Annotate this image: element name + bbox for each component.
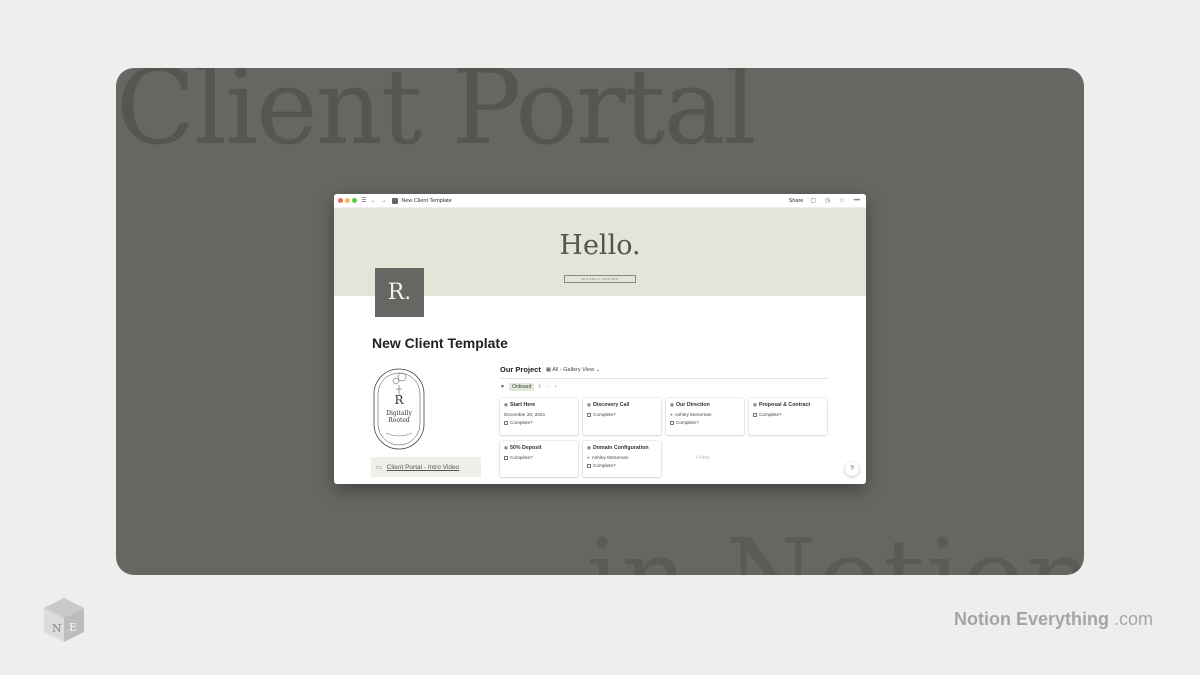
page-icon: ◉: [504, 402, 508, 407]
project-title[interactable]: Our Project: [500, 365, 541, 374]
page-favicon-icon: [392, 197, 399, 204]
gallery-card[interactable]: ◉ Proposal & Contract Complete?: [749, 398, 827, 435]
checkbox[interactable]: [504, 420, 508, 425]
page-icon: ◉: [753, 402, 757, 407]
group-add-icon[interactable]: +: [554, 384, 557, 390]
digitally-rooted-seal-logo: R Digitally Rooted: [373, 368, 425, 450]
share-button[interactable]: Share: [789, 198, 804, 204]
browser-window: ☰ ← → New Client Template Share ▢ ◷ ☆ ••…: [334, 194, 866, 484]
tab-title: New Client Template: [401, 197, 452, 204]
group-tag: Onboard: [508, 383, 535, 391]
page-icon-logo[interactable]: R.: [375, 268, 424, 317]
checkbox[interactable]: [670, 420, 674, 425]
group-count: 6: [538, 384, 542, 390]
intro-video-label: Client Portal - Intro Video: [386, 463, 460, 471]
brand-domain: .com: [1114, 609, 1154, 629]
back-arrow-icon[interactable]: ←: [370, 198, 376, 204]
gallery-card[interactable]: ◉ Discovery Call Complete?: [583, 398, 661, 435]
cover-hello: Hello.: [559, 230, 641, 261]
seal-line-2: Rooted: [388, 417, 410, 424]
project-header: Our Project ▦ All - Gallery View ⌄: [500, 365, 600, 374]
page-title[interactable]: New Client Template: [372, 335, 508, 351]
card-complete-label: Complete?: [676, 420, 699, 425]
window-titlebar: ☰ ← → New Client Template Share ▢ ◷ ☆ ••…: [334, 194, 866, 208]
star-icon[interactable]: ☆: [839, 197, 844, 204]
svg-text:E: E: [69, 621, 77, 634]
cover-badge: DIGITALLY ROOTED: [564, 275, 636, 283]
checkbox[interactable]: [753, 412, 757, 417]
card-complete-label: Complete?: [510, 455, 533, 460]
page-icon: ◉: [587, 402, 591, 407]
checkbox[interactable]: [504, 455, 508, 460]
video-icon: ▭: [376, 464, 382, 471]
group-header[interactable]: ▼ Onboard 6 ··· +: [500, 383, 557, 391]
person-avatar-icon: ●: [587, 455, 590, 460]
card-title: Our Direction: [675, 402, 710, 408]
notion-everything-cube-logo: N E: [44, 598, 84, 642]
view-label: All - Gallery View: [552, 366, 595, 373]
project-divider: [500, 378, 828, 379]
maximize-dot[interactable]: [352, 198, 357, 203]
gallery-card[interactable]: ◉ Our Direction ● Ashley McKernan Complete…: [666, 398, 744, 435]
card-title: 50% Deposit: [509, 445, 542, 451]
minimize-dot[interactable]: [345, 198, 350, 203]
card-person: Ashley McKernan: [674, 412, 712, 417]
card-complete-label: Complete?: [593, 412, 616, 417]
card-complete-label: Complete?: [510, 420, 533, 425]
close-dot[interactable]: [338, 198, 343, 203]
gallery-card[interactable]: ◉ Domain Configuration ● Ashley McKernan C…: [583, 441, 661, 477]
clock-icon[interactable]: ◷: [825, 197, 830, 204]
card-title: Proposal & Contract: [758, 402, 811, 408]
card-date: December 20, 2021: [504, 412, 546, 417]
card-title: Domain Configuration: [592, 445, 649, 451]
svg-text:N: N: [52, 622, 62, 635]
view-selector[interactable]: ▦ All - Gallery View ⌄: [546, 367, 600, 373]
intro-video-link[interactable]: ▭ Client Portal - Intro Video: [371, 457, 481, 477]
page-icon: ◉: [670, 402, 674, 407]
card-complete-label: Complete?: [759, 412, 782, 417]
person-avatar-icon: ●: [670, 412, 673, 417]
background-title: Client Portal: [116, 68, 757, 168]
page-icon: ◉: [587, 445, 591, 450]
checkbox[interactable]: [587, 463, 591, 468]
card-person: Ashley McKernan: [591, 455, 629, 460]
more-icon[interactable]: •••: [854, 198, 860, 204]
background-subtitle: in Notion: [586, 516, 1084, 575]
brand-title: Notion Everything: [954, 609, 1110, 629]
comment-icon[interactable]: ▢: [810, 197, 816, 204]
new-card-button[interactable]: + New: [695, 455, 709, 461]
brand-name[interactable]: Notion Everything .com: [954, 609, 1153, 630]
gallery-card[interactable]: ◉ Start Here December 20, 2021 Complete?: [500, 398, 578, 435]
help-button[interactable]: ?: [845, 462, 859, 476]
checkbox[interactable]: [587, 412, 591, 417]
card-title: Discovery Call: [592, 402, 630, 408]
collapse-triangle-icon[interactable]: ▼: [500, 384, 505, 390]
card-complete-label: Complete?: [593, 463, 616, 468]
seal-letter: R: [394, 393, 404, 407]
sidebar-menu-icon[interactable]: ☰: [361, 197, 366, 204]
group-more-icon[interactable]: ···: [545, 384, 550, 390]
card-title: Start Here: [509, 402, 536, 408]
seal-line-1: Digitally: [386, 410, 412, 417]
page-icon: ◉: [504, 445, 508, 450]
gallery-card[interactable]: ◉ 50% Deposit Complete?: [500, 441, 578, 477]
forward-arrow-icon[interactable]: →: [380, 198, 386, 204]
